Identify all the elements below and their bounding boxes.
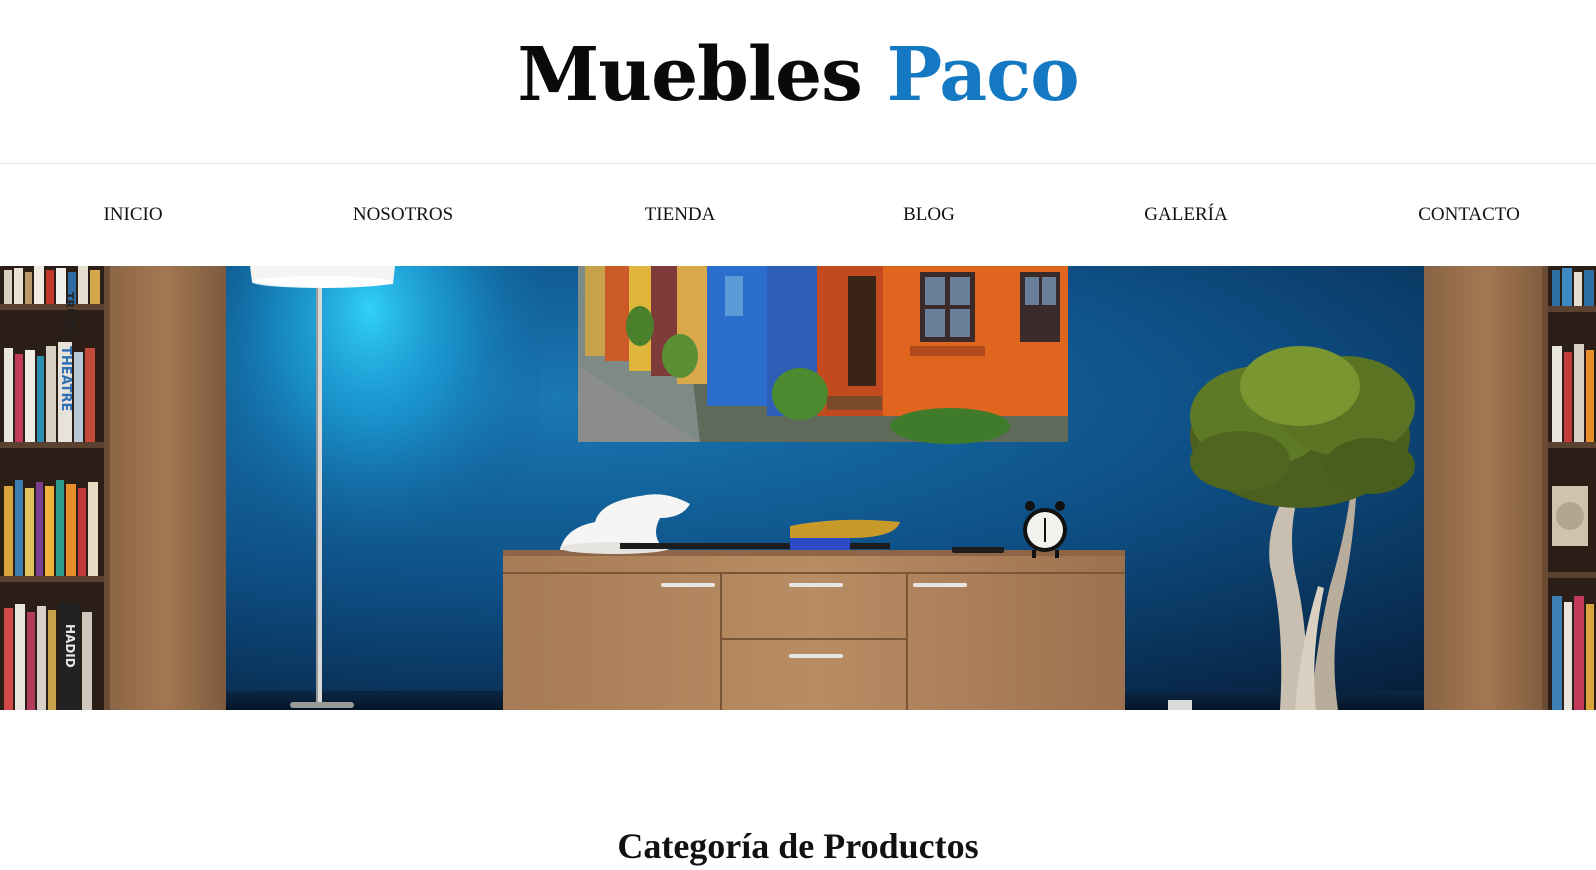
nav-item-contacto[interactable]: CONTACTO <box>1418 203 1520 227</box>
section-title-categorias: Categoría de Productos <box>617 826 979 866</box>
main-nav: INICIO NOSOTROS TIENDA BLOG GALERÍA CONT… <box>0 165 1596 266</box>
book-spine-hadid: HADID <box>63 624 77 668</box>
nav-item-blog[interactable]: BLOG <box>903 203 955 227</box>
nav-item-nosotros[interactable]: NOSOTROS <box>353 203 453 227</box>
left-wood-panel <box>104 266 226 710</box>
wall-painting <box>578 266 1068 444</box>
right-wood-panel <box>1424 266 1548 710</box>
nav-item-tienda[interactable]: TIENDA <box>645 203 716 227</box>
left-bookshelf: TRUTH THEATRE HADID <box>0 266 104 710</box>
nav-item-galeria[interactable]: GALERÍA <box>1144 203 1227 227</box>
sideboard <box>503 550 1125 710</box>
right-bookshelf <box>1548 266 1596 710</box>
phone <box>952 547 1004 553</box>
nav-item-inicio[interactable]: INICIO <box>103 203 162 227</box>
hero-lamp-glow <box>200 266 540 710</box>
site-header: Muebles Paco <box>0 0 1596 164</box>
site-title-word-muebles[interactable]: Muebles <box>517 32 862 118</box>
wall-outlet <box>1168 700 1192 710</box>
site-title-word-paco[interactable]: Paco <box>887 32 1080 118</box>
site-title[interactable]: Muebles Paco <box>0 26 1596 124</box>
book-spine-theatre: THEATRE <box>58 346 73 411</box>
book-spine-truth: TRUTH <box>63 292 76 334</box>
hero-image: TRUTH THEATRE HADID <box>0 266 1596 710</box>
